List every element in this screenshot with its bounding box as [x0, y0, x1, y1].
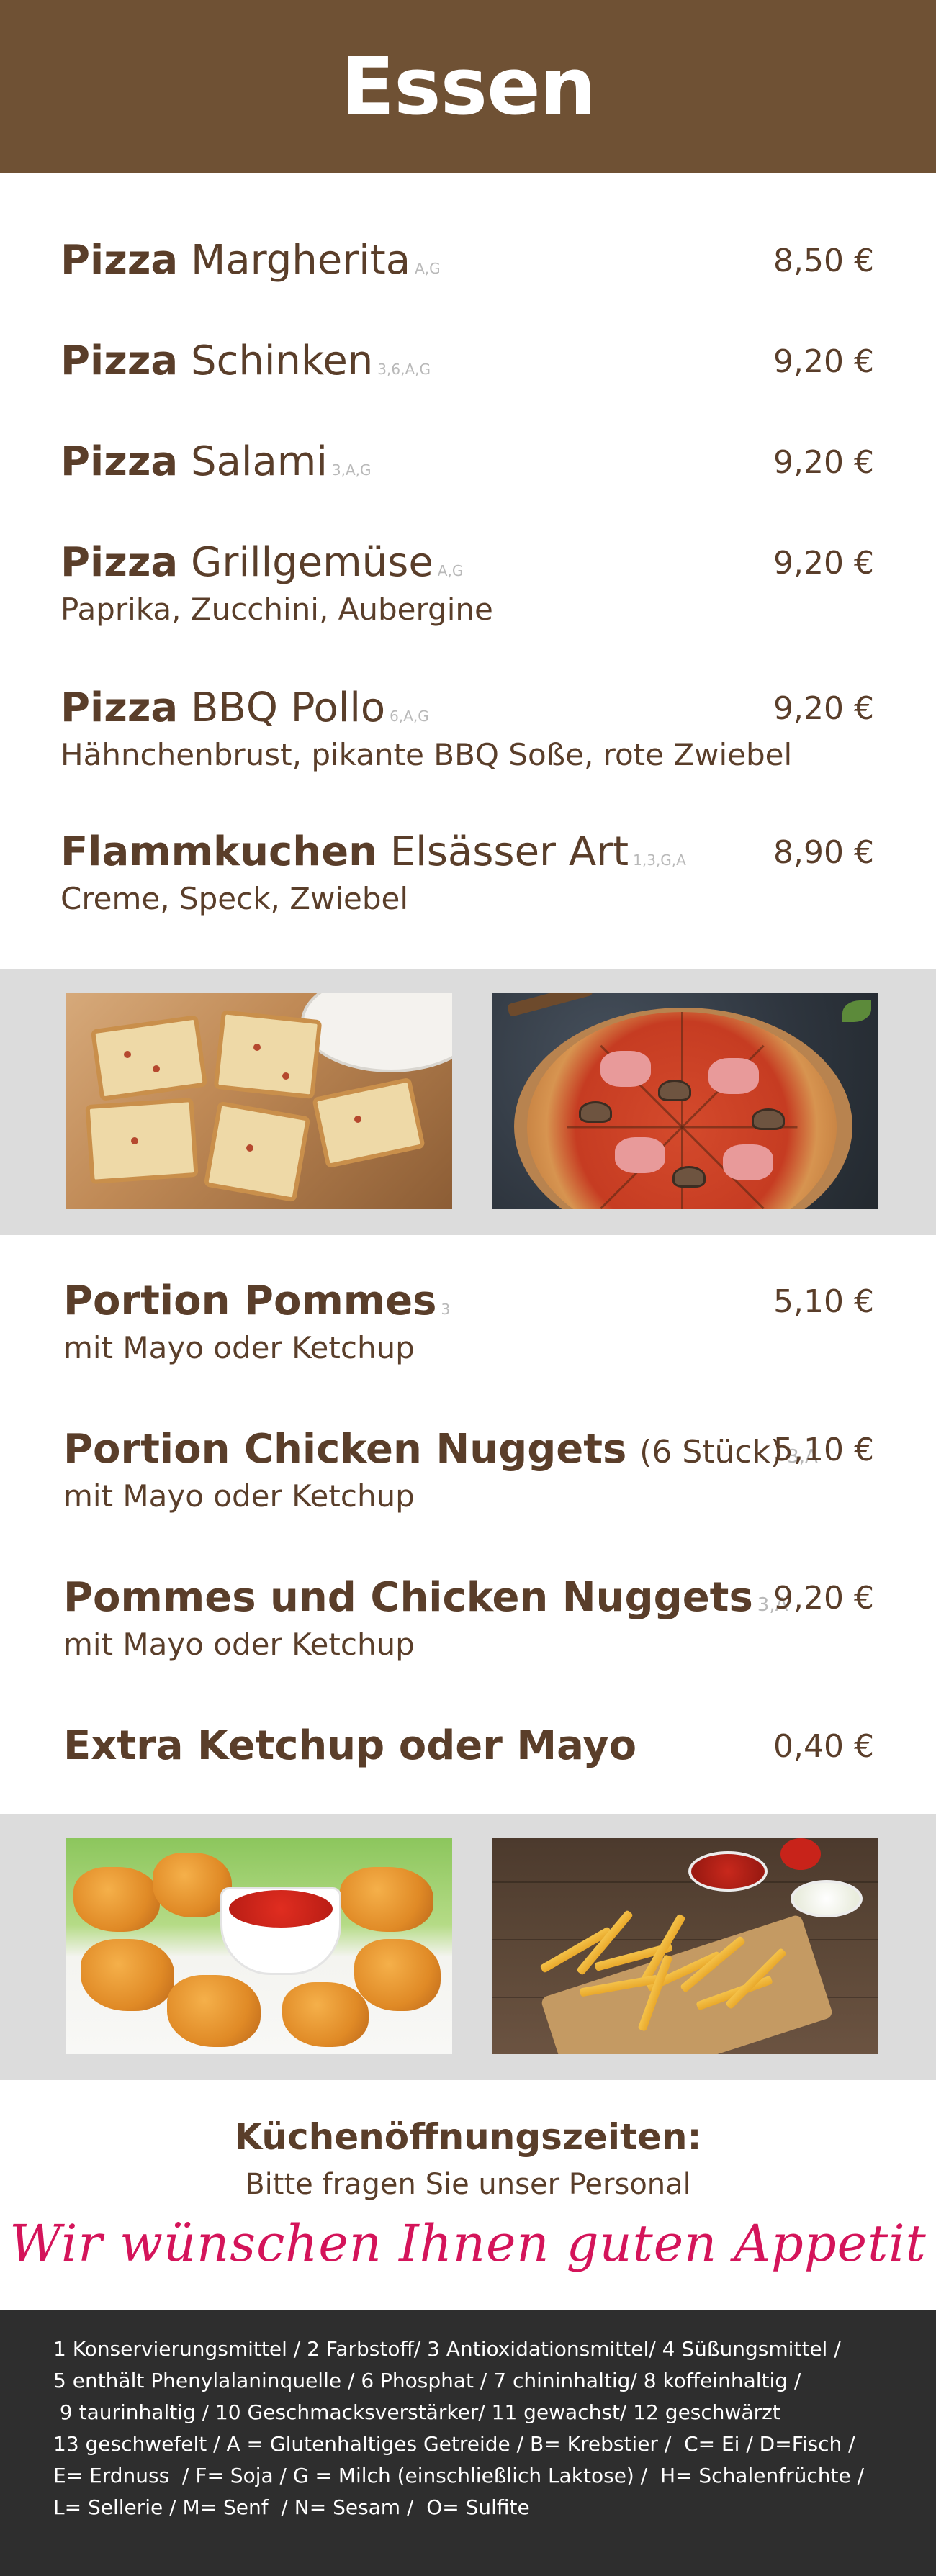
- item-price: 9,20 €: [773, 545, 874, 582]
- hours-title: Küchenöffnungszeiten:: [234, 2116, 702, 2158]
- nugget-shape: [73, 1867, 160, 1932]
- flammkuchen-slice: [213, 1009, 323, 1100]
- bacon-dot: [124, 1051, 131, 1058]
- item-bold: Pizza: [60, 338, 179, 384]
- appetite-wish: Wir wünschen Ihnen guten Appetit: [9, 2214, 927, 2273]
- item-price: 8,50 €: [773, 243, 874, 279]
- bacon-dot: [131, 1137, 138, 1144]
- nugget-shape: [282, 1982, 369, 2047]
- item-allergens: A,G: [437, 562, 464, 579]
- item-price: 9,20 €: [773, 1580, 874, 1617]
- header-banner: Essen: [0, 0, 936, 173]
- bacon-dot: [153, 1065, 160, 1072]
- item-name: (6 Stück): [639, 1434, 783, 1470]
- bacon-dot: [354, 1116, 361, 1123]
- item-name: Elsässer Art: [390, 828, 629, 875]
- item-description: mit Mayo oder Ketchup: [63, 1627, 415, 1662]
- item-allergens: 3,A,G: [331, 461, 372, 479]
- item-bold: Pizza: [60, 539, 179, 586]
- item-description: Paprika, Zucchini, Aubergine: [60, 592, 493, 627]
- item-bold: Portion Chicken Nuggets: [63, 1426, 627, 1473]
- item-name: Margherita: [191, 237, 411, 284]
- item-price: 9,20 €: [773, 444, 874, 481]
- item-price: 9,20 €: [773, 690, 874, 727]
- item-name: Salami: [191, 438, 328, 485]
- item-name: BBQ Pollo: [191, 684, 386, 731]
- nugget-shape: [340, 1867, 433, 1932]
- item-price: 0,40 €: [773, 1728, 874, 1765]
- item-bold: Flammkuchen: [60, 828, 377, 875]
- item-title: Portion Pommes 3: [63, 1278, 450, 1332]
- ham-topping: [600, 1051, 651, 1087]
- item-title: Pizza BBQ Pollo 6,A,G: [60, 685, 429, 739]
- plank-line: [492, 1939, 878, 1940]
- item-allergens: 1,3,G,A: [633, 851, 686, 869]
- ham-topping: [615, 1137, 665, 1173]
- item-bold: Pizza: [60, 237, 179, 284]
- knife-shape: [506, 993, 594, 1018]
- mushroom-topping: [672, 1166, 706, 1188]
- item-allergens: 6,A,G: [390, 708, 429, 725]
- mushroom-topping: [579, 1101, 612, 1123]
- kitchen-hours: Küchenöffnungszeiten: Bitte fragen Sie u…: [0, 2116, 936, 2273]
- page-title: Essen: [340, 40, 596, 132]
- item-price: 5,10 €: [773, 1432, 874, 1468]
- flammkuchen-slice: [85, 1097, 199, 1185]
- chicken-nuggets-photo: [66, 1838, 452, 2054]
- item-allergens: A,G: [415, 260, 441, 277]
- item-bold: Portion Pommes: [63, 1278, 437, 1324]
- allergen-footer: 1 Konservierungsmittel / 2 Farbstoff/ 3 …: [0, 2310, 936, 2576]
- item-name: Schinken: [191, 338, 374, 384]
- item-title: Extra Ketchup oder Mayo: [63, 1723, 636, 1769]
- mayo-dip: [791, 1880, 863, 1917]
- ham-topping: [708, 1058, 759, 1094]
- mushroom-topping: [752, 1108, 785, 1130]
- flammkuchen-slice: [312, 1077, 426, 1169]
- photo-band-snacks: [0, 1814, 936, 2080]
- item-title: Pizza Schinken 3,6,A,G: [60, 338, 431, 392]
- flammkuchen-photo: [66, 993, 452, 1209]
- ketchup-shape: [229, 1890, 333, 1928]
- photo-band-pizza: [0, 969, 936, 1235]
- item-description: mit Mayo oder Ketchup: [63, 1478, 415, 1514]
- allergen-legend: 1 Konservierungsmittel / 2 Farbstoff/ 3 …: [53, 2337, 865, 2519]
- flammkuchen-slice: [203, 1101, 311, 1203]
- item-title: Pizza Margherita A,G: [60, 238, 441, 292]
- item-allergens: 3: [441, 1301, 451, 1318]
- hours-subtitle: Bitte fragen Sie unser Personal: [245, 2168, 691, 2201]
- bacon-dot: [253, 1044, 261, 1051]
- item-description: Creme, Speck, Zwiebel: [60, 881, 409, 916]
- item-title: Pizza Salami 3,A,G: [60, 439, 372, 493]
- item-bold: Pizza: [60, 684, 179, 731]
- item-bold: Extra Ketchup oder Mayo: [63, 1722, 637, 1769]
- item-title: Flammkuchen Elsässer Art 1,3,G,A: [60, 829, 686, 883]
- item-description: mit Mayo oder Ketchup: [63, 1330, 415, 1365]
- item-bold: Pommes und Chicken Nuggets: [63, 1574, 753, 1621]
- item-title: Portion Chicken Nuggets (6 Stück) 3,A: [63, 1427, 818, 1480]
- item-name: Grillgemüse: [191, 539, 433, 586]
- item-price: 5,10 €: [773, 1283, 874, 1320]
- nugget-shape: [81, 1939, 174, 2011]
- item-title: Pizza Grillgemüse A,G: [60, 540, 463, 594]
- basil-leaf: [842, 1000, 871, 1022]
- mushroom-topping: [658, 1080, 691, 1101]
- bacon-dot: [246, 1144, 253, 1152]
- tomato-shape: [780, 1838, 821, 1870]
- pizza-photo: [492, 993, 878, 1209]
- plate-shape: [301, 993, 452, 1072]
- fries-photo: [492, 1838, 878, 2054]
- item-description: Hähnchenbrust, pikante BBQ Soße, rote Zw…: [60, 737, 793, 772]
- bacon-dot: [282, 1072, 289, 1080]
- nugget-shape: [354, 1939, 441, 2011]
- nugget-shape: [167, 1975, 261, 2047]
- flammkuchen-slice: [90, 1015, 208, 1101]
- item-title: Pommes und Chicken Nuggets 3,A: [63, 1575, 788, 1628]
- item-bold: Pizza: [60, 438, 179, 485]
- ketchup-dip: [688, 1851, 768, 1892]
- item-price: 9,20 €: [773, 343, 874, 380]
- ham-topping: [723, 1144, 773, 1180]
- item-price: 8,90 €: [773, 834, 874, 871]
- item-allergens: 3,6,A,G: [377, 361, 431, 378]
